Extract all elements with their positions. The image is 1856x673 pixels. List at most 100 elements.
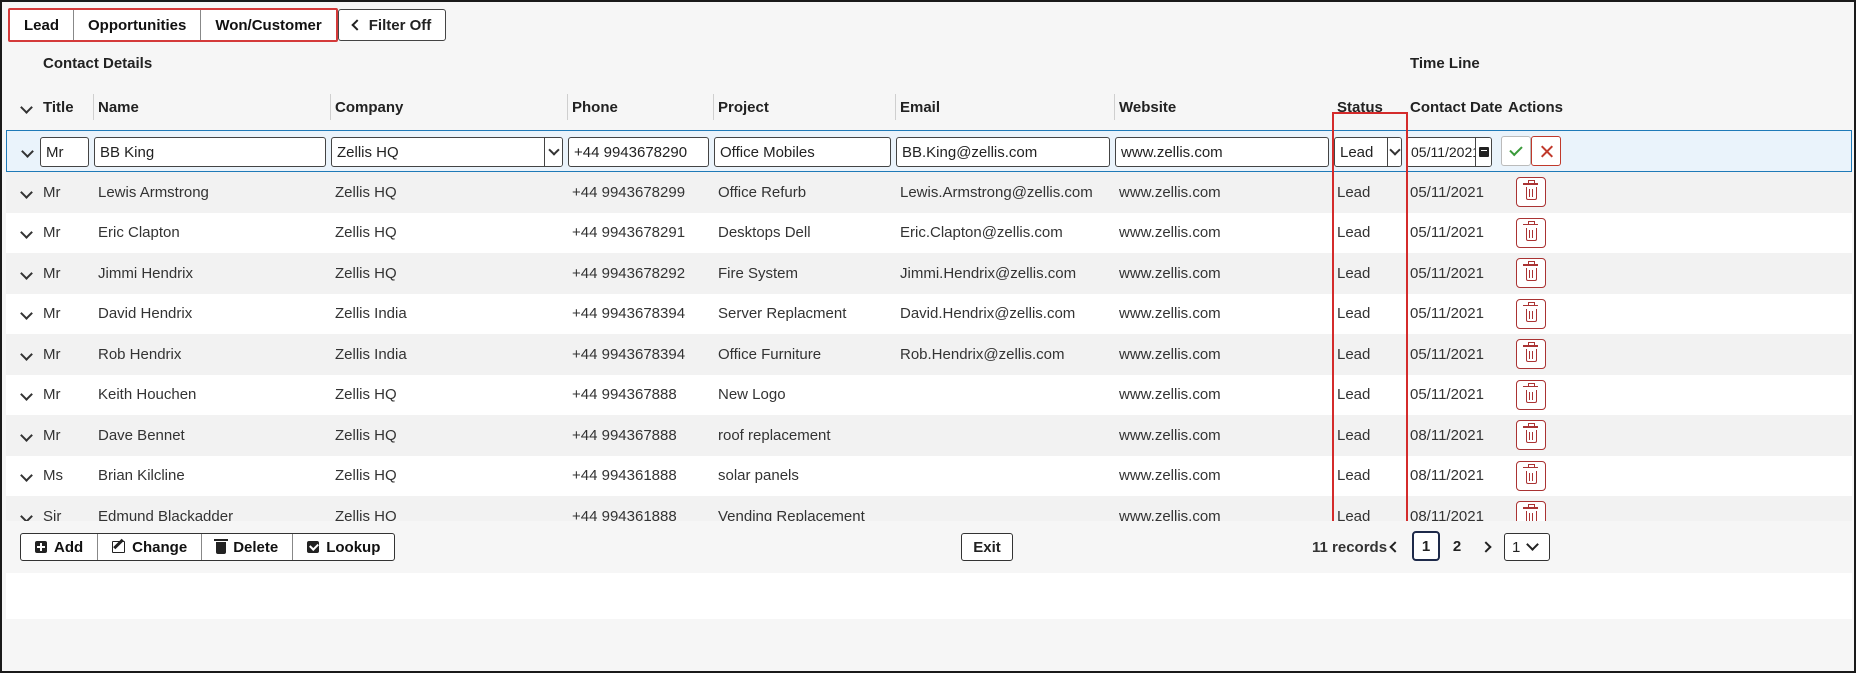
- delete-row-button[interactable]: [1516, 298, 1546, 329]
- row-expander[interactable]: [20, 294, 33, 335]
- cell-contact-date: 05/11/2021: [1410, 305, 1484, 323]
- col-status[interactable]: Status: [1337, 84, 1383, 130]
- cell-name: David Hendrix: [98, 305, 193, 323]
- row-expander[interactable]: [20, 172, 33, 213]
- tab-lead[interactable]: Lead: [10, 10, 75, 40]
- cell-name: Eric Clapton: [98, 224, 180, 242]
- page-button-2[interactable]: 2: [1443, 531, 1471, 561]
- col-name[interactable]: Name: [98, 84, 139, 130]
- delete-row-button[interactable]: [1516, 420, 1546, 451]
- row-expander[interactable]: [20, 334, 33, 375]
- project-field[interactable]: Office Mobiles: [714, 137, 891, 167]
- cell-name: Lewis Armstrong: [98, 183, 209, 201]
- name-field[interactable]: BB King: [94, 137, 326, 167]
- cell-company: Zellis HQ: [335, 224, 397, 242]
- table-row[interactable]: Mr Eric Clapton Zellis HQ +44 9943678291 Des…: [6, 212, 1852, 254]
- table-row[interactable]: Mr Dave Bennet Zellis HQ +44 994367888 roof …: [6, 415, 1852, 456]
- page-button-1[interactable]: 1: [1412, 531, 1440, 561]
- row-expander[interactable]: [21, 131, 34, 171]
- chevron-down-icon: [20, 226, 33, 240]
- phone-field[interactable]: +44 9943678290: [568, 137, 709, 167]
- trash-icon: [1522, 463, 1538, 484]
- cell-company: Zellis HQ: [335, 264, 397, 282]
- lookup-button[interactable]: Lookup: [293, 534, 394, 560]
- website-field[interactable]: www.zellis.com: [1115, 137, 1329, 167]
- group-time-line: Time Line: [1410, 55, 1480, 72]
- trash-icon: [1522, 423, 1538, 444]
- delete-row-button[interactable]: [1516, 460, 1546, 491]
- table-row[interactable]: Mr Rob Hendrix Zellis India +44 9943678394 O…: [6, 334, 1852, 375]
- column-divider: [93, 94, 94, 120]
- change-button[interactable]: Change: [98, 534, 203, 560]
- delete-row-button[interactable]: [1516, 258, 1546, 289]
- table-row[interactable]: Mr Keith Houchen Zellis HQ +44 994367888 New…: [6, 374, 1852, 416]
- trash-icon: [214, 539, 229, 554]
- calendar-icon[interactable]: [1475, 138, 1491, 166]
- cell-website: www.zellis.com: [1119, 305, 1221, 323]
- tab-opportunities[interactable]: Opportunities: [74, 10, 202, 40]
- delete-row-button[interactable]: [1516, 339, 1546, 370]
- exit-button[interactable]: Exit: [961, 533, 1013, 561]
- chevron-down-icon: [20, 428, 33, 442]
- column-divider: [895, 94, 896, 120]
- cell-phone: +44 994367888: [572, 386, 677, 404]
- row-expander[interactable]: [20, 456, 33, 497]
- cell-phone: +44 9943678394: [572, 305, 686, 323]
- stage-tabs: Lead Opportunities Won/Customer: [8, 8, 338, 42]
- confirm-edit-button[interactable]: [1501, 136, 1531, 166]
- trash-icon: [1522, 220, 1538, 241]
- cell-project: Office Refurb: [718, 183, 807, 201]
- title-field[interactable]: Mr: [40, 137, 89, 167]
- status-select[interactable]: Lead: [1334, 137, 1402, 167]
- col-title[interactable]: Title: [43, 84, 74, 130]
- cell-company: Zellis HQ: [335, 386, 397, 404]
- row-expander[interactable]: [20, 375, 33, 416]
- row-expander[interactable]: [20, 253, 33, 294]
- close-icon: [1540, 145, 1553, 158]
- col-website[interactable]: Website: [1119, 84, 1176, 130]
- prev-page-button[interactable]: [1385, 533, 1405, 561]
- row-expander[interactable]: [20, 213, 33, 254]
- delete-row-button[interactable]: [1516, 379, 1546, 410]
- delete-row-button[interactable]: [1516, 177, 1546, 208]
- tab-won-customer[interactable]: Won/Customer: [201, 10, 336, 40]
- col-phone[interactable]: Phone: [572, 84, 618, 130]
- cell-email: Eric.Clapton@zellis.com: [900, 224, 1063, 242]
- page-size-select[interactable]: 1: [1504, 533, 1550, 561]
- page-size-value: 1: [1512, 538, 1521, 556]
- cancel-edit-button[interactable]: [1531, 136, 1561, 166]
- filter-label: Filter Off: [368, 16, 432, 34]
- cell-company: Zellis HQ: [335, 467, 397, 485]
- cell-status: Lead: [1337, 183, 1371, 201]
- table-row[interactable]: Mr Jimmi Hendrix Zellis HQ +44 9943678292 Fi…: [6, 253, 1852, 294]
- cell-name: Brian Kilcline: [98, 467, 185, 485]
- col-contact-date[interactable]: Contact Date: [1410, 84, 1503, 130]
- delete-button[interactable]: Delete: [202, 534, 294, 560]
- cell-phone: +44 9943678394: [572, 345, 686, 363]
- contact-date-value: 05/11/2021: [1411, 144, 1481, 160]
- app-window: Lead Opportunities Won/Customer Filter O…: [0, 0, 1856, 673]
- next-page-button[interactable]: [1476, 533, 1496, 561]
- col-company[interactable]: Company: [335, 84, 403, 130]
- add-button[interactable]: Add: [21, 534, 99, 560]
- col-project[interactable]: Project: [718, 84, 769, 130]
- cell-title: Mr: [43, 305, 61, 323]
- table-row[interactable]: Ms Brian Kilcline Zellis HQ +44 994361888 so…: [6, 455, 1852, 497]
- cell-title: Mr: [43, 345, 61, 363]
- email-field[interactable]: BB.King@zellis.com: [896, 137, 1110, 167]
- cell-phone: +44 9943678299: [572, 183, 686, 201]
- table-row[interactable]: Mr Lewis Armstrong Zellis HQ +44 9943678299…: [6, 172, 1852, 213]
- contact-date-field[interactable]: 05/11/2021: [1406, 137, 1492, 167]
- filter-toggle-button[interactable]: Filter Off: [337, 9, 447, 41]
- company-select[interactable]: Zellis HQ: [331, 137, 563, 167]
- row-expander[interactable]: [20, 415, 33, 456]
- cell-title: Ms: [43, 467, 63, 485]
- cell-contact-date: 08/11/2021: [1410, 467, 1484, 485]
- col-email[interactable]: Email: [900, 84, 940, 130]
- cell-email: Lewis.Armstrong@zellis.com: [900, 183, 1093, 201]
- collapse-all-toggle[interactable]: [20, 84, 33, 130]
- delete-row-button[interactable]: [1516, 217, 1546, 248]
- table-row[interactable]: Mr David Hendrix Zellis India +44 994367839…: [6, 293, 1852, 335]
- footer-bar: Add Change Delete Lookup Exit 11 records…: [4, 521, 1854, 573]
- cell-status: Lead: [1337, 264, 1371, 282]
